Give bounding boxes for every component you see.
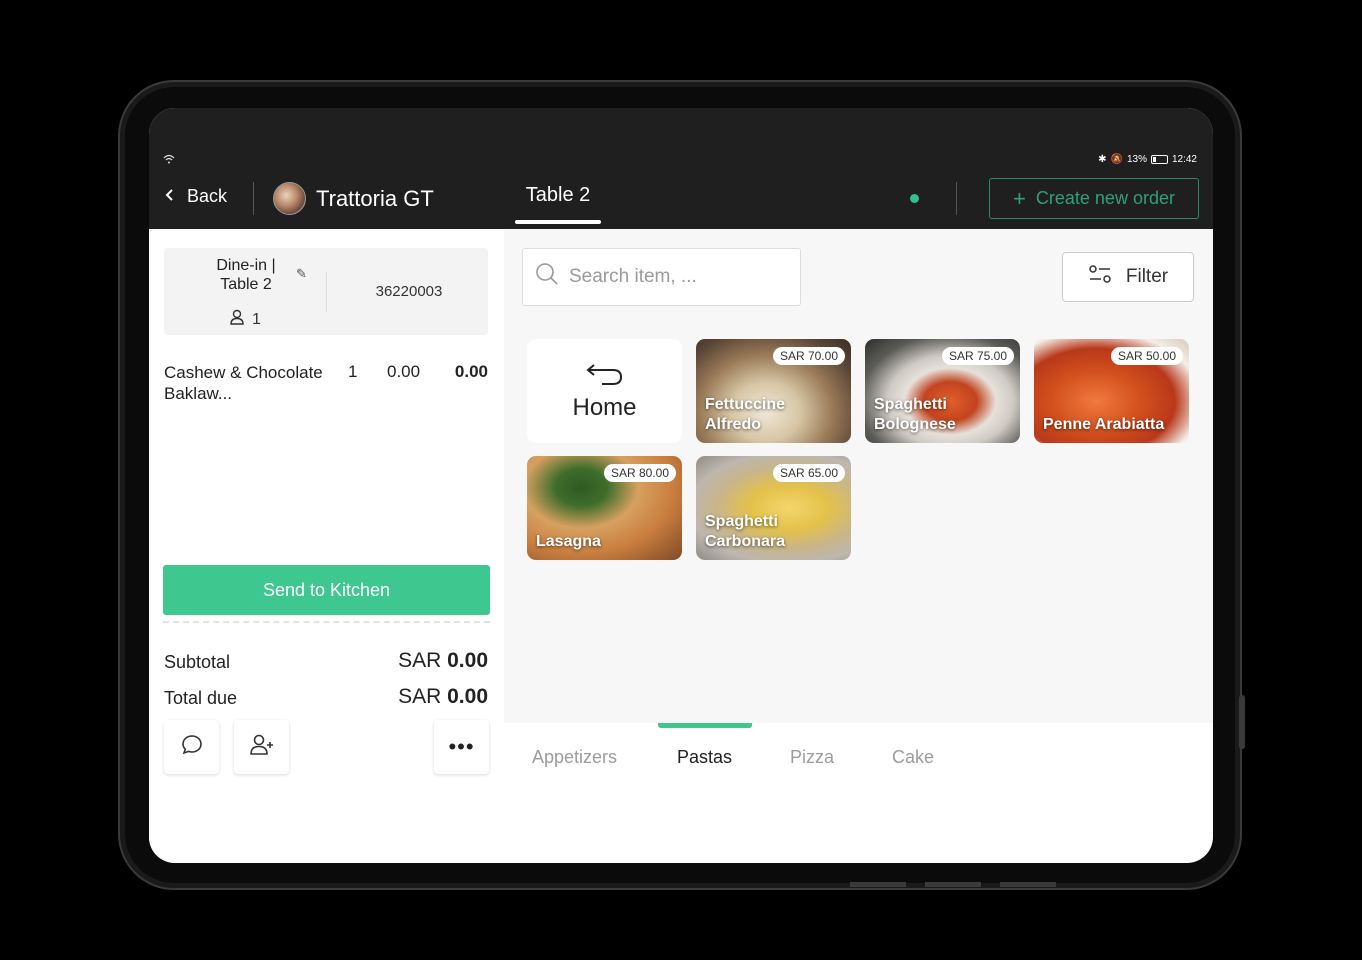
subtotal-value: 0.00 [447,649,488,672]
order-card: Dine-in | Table 2 ✎ 36220003 1 [164,248,488,335]
total-due-value: 0.00 [447,685,488,708]
item-name: Fettuccine Alfredo [705,396,786,433]
top-bar: ✱ 🔕 13% 12:42 Back Trattoria GT Table 2 … [149,108,1213,229]
order-item-price: 0.00 [387,362,421,381]
add-guest-button[interactable] [234,720,289,774]
tab-cake[interactable]: Cake [892,747,934,768]
restaurant-brand: Trattoria GT [273,182,434,215]
wifi-icon [163,154,175,167]
order-panel: Dine-in | Table 2 ✎ 36220003 1 Cashew & … [149,229,504,863]
guest-count[interactable]: 1 [230,309,261,330]
subtotal-row: Subtotal SAR 0.00 [164,649,488,673]
item-price-badge: SAR 70.00 [772,347,845,365]
back-button[interactable]: Back [165,186,227,207]
tab-appetizers[interactable]: Appetizers [532,747,617,768]
item-name: Lasagna [536,533,601,550]
category-active-indicator [658,723,752,728]
order-type-line1: Dine-in | [216,257,276,274]
menu-panel: Search item, ... Filter Home SAR 70.00 F… [504,229,1213,723]
chat-bubble-icon [180,733,204,762]
tab-pizza[interactable]: Pizza [790,747,834,768]
subtotal-label: Subtotal [164,652,231,672]
header-divider-right [956,182,957,215]
header-divider [253,182,254,215]
item-price-badge: SAR 50.00 [1110,347,1183,365]
comment-button[interactable] [164,720,219,774]
item-price-badge: SAR 80.00 [603,464,676,482]
create-order-label: Create new order [1035,188,1175,208]
filter-icon [1088,264,1112,290]
tab-pastas[interactable]: Pastas [677,747,732,768]
subtotal-currency: SAR [398,649,442,672]
guest-count-value: 1 [252,310,261,328]
person-icon [230,309,244,330]
total-due-row: Total due SAR 0.00 [164,685,488,709]
connection-status-dot [910,194,919,203]
bottom-button-1 [850,882,906,887]
order-type[interactable]: Dine-in | Table 2 [194,256,298,294]
clock: 12:42 [1171,154,1197,165]
mute-icon: 🔕 [1110,154,1123,165]
bottom-button-2 [925,882,981,887]
filter-label: Filter [1125,266,1169,287]
send-to-kitchen-button[interactable]: Send to Kitchen [163,565,490,615]
create-new-order-button[interactable]: + Create new order [989,178,1199,219]
menu-item-tile[interactable]: SAR 80.00 Lasagna [527,456,682,560]
order-number: 36220003 [375,283,443,300]
return-arrow-icon [585,361,625,394]
restaurant-name: Trattoria GT [316,185,434,211]
edit-icon[interactable]: ✎ [296,266,307,282]
chevron-left-icon [165,186,175,207]
home-tile[interactable]: Home [527,339,682,443]
bluetooth-icon: ✱ [1098,154,1107,165]
total-currency: SAR [398,685,442,708]
tab-active-indicator [515,220,601,224]
restaurant-logo [273,182,306,215]
tab-table[interactable]: Table 2 [515,184,601,207]
search-placeholder: Search item, ... [569,266,697,287]
more-dots-icon: ••• [448,734,475,759]
item-price-badge: SAR 65.00 [772,464,845,482]
item-name: Penne Arabiatta [1043,416,1165,433]
plus-icon: + [1013,185,1026,211]
bottom-button-3 [1000,882,1056,887]
dashed-divider [163,621,490,623]
volume-button [1239,695,1245,749]
total-due-label: Total due [164,688,238,708]
search-icon [535,262,559,292]
category-tabs: Appetizers Pastas Pizza Cake [504,723,1213,783]
home-label: Home [572,393,637,421]
order-card-divider [326,272,327,312]
filter-button[interactable]: Filter [1062,252,1194,302]
battery-icon [1150,155,1168,164]
back-label: Back [187,186,228,206]
order-item-name: Cashew & Chocolate Baklaw... [164,363,323,403]
menu-item-tile[interactable]: SAR 75.00 Spaghetti Bolognese [865,339,1020,443]
more-options-button[interactable]: ••• [434,720,489,774]
menu-item-tile[interactable]: SAR 65.00 Spaghetti Carbonara [696,456,851,560]
item-name: Spaghetti Bolognese [874,396,956,433]
battery-percent: 13% [1126,154,1147,165]
menu-item-tile[interactable]: SAR 50.00 Penne Arabiatta [1034,339,1189,443]
menu-item-tile[interactable]: SAR 70.00 Fettuccine Alfredo [696,339,851,443]
item-price-badge: SAR 75.00 [941,347,1014,365]
search-input[interactable]: Search item, ... [522,248,801,306]
item-name: Spaghetti Carbonara [705,513,786,550]
screen: ✱ 🔕 13% 12:42 Back Trattoria GT Table 2 … [149,108,1213,863]
order-item-total: 0.00 [454,362,488,381]
add-user-icon [249,733,275,762]
order-type-line2: Table 2 [220,276,272,293]
status-bar: ✱ 🔕 13% 12:42 [1098,154,1197,165]
order-item-qty: 1 [348,362,358,381]
